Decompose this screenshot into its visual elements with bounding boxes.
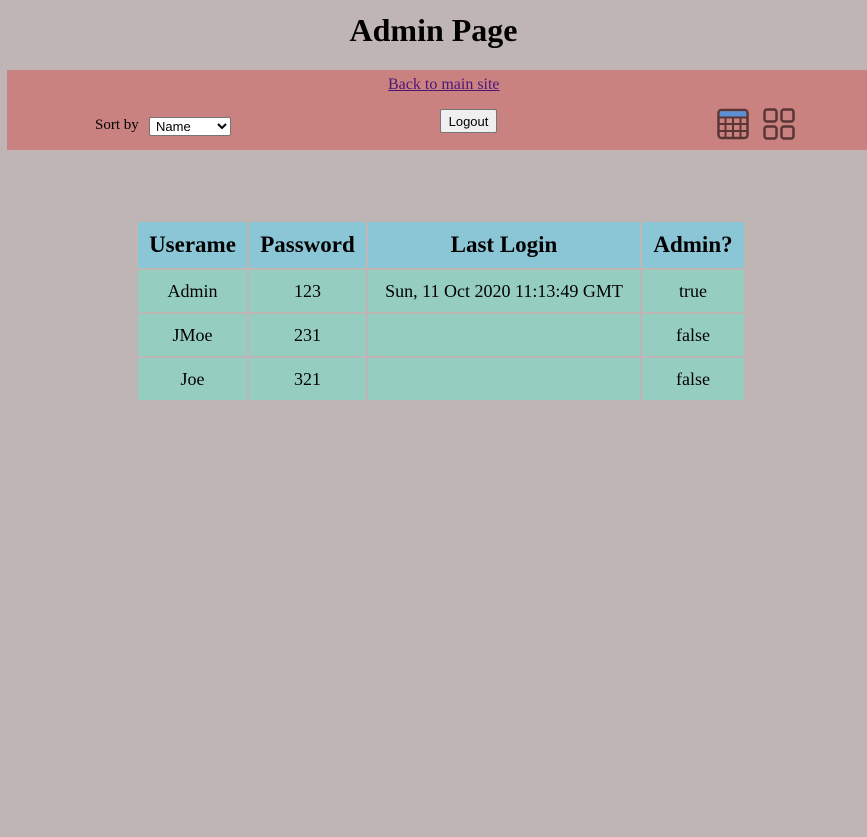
table-header-row: Userame Password Last Login Admin? [138,222,744,268]
cell-password: 321 [249,358,366,400]
grid-view-icon[interactable] [763,108,795,140]
cell-username: Joe [138,358,247,400]
cell-username: JMoe [138,314,247,356]
table-row: Joe 321 false [138,358,744,400]
header-username: Userame [138,222,247,268]
header-last-login: Last Login [368,222,640,268]
table-row: JMoe 231 false [138,314,744,356]
cell-last-login: Sun, 11 Oct 2020 11:13:49 GMT [368,270,640,312]
cell-password: 231 [249,314,366,356]
sort-by-select[interactable]: Name [149,117,231,136]
table-view-icon[interactable] [717,108,749,140]
cell-last-login [368,358,640,400]
header-admin: Admin? [642,222,744,268]
header-password: Password [249,222,366,268]
cell-last-login [368,314,640,356]
cell-username: Admin [138,270,247,312]
cell-password: 123 [249,270,366,312]
users-table: Userame Password Last Login Admin? Admin… [136,220,746,402]
nav-bar: Back to main site Sort by Name Logout [7,70,867,150]
page-title: Admin Page [349,12,518,48]
logout-button[interactable]: Logout [440,109,497,133]
sort-by-label: Sort by [95,117,139,133]
cell-admin: false [642,358,744,400]
table-row: Admin 123 Sun, 11 Oct 2020 11:13:49 GMT … [138,270,744,312]
cell-admin: true [642,270,744,312]
cell-admin: false [642,314,744,356]
back-to-main-site-link[interactable]: Back to main site [388,76,500,94]
